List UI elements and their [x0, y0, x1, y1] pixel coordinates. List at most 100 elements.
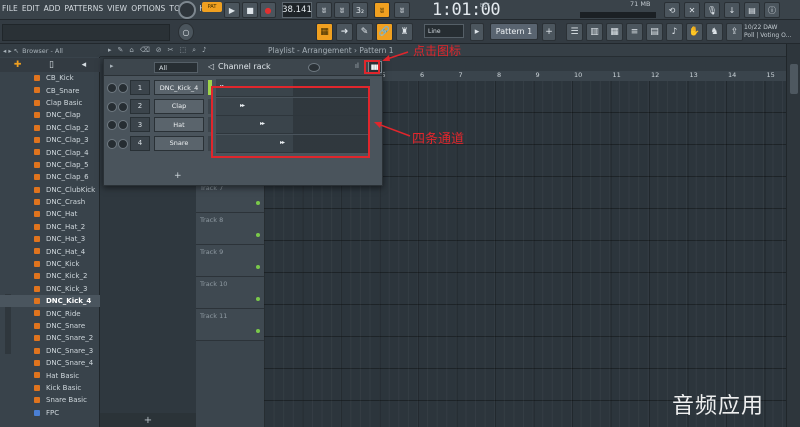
channel-pan-knob[interactable] [118, 83, 128, 93]
plugin-picker-icon[interactable]: ♪ [666, 23, 683, 41]
scroll-thumb[interactable] [790, 64, 798, 94]
menu-item-view[interactable]: VIEW [107, 4, 127, 13]
stop-button[interactable]: ■ [242, 2, 258, 18]
browser-item[interactable]: DNC_Kick_4 [0, 295, 100, 308]
channel-name-button[interactable]: DNC_Kick_4 [154, 80, 204, 95]
graph-editor-icon[interactable]: ıl [355, 62, 359, 70]
browser-item[interactable]: DNC_Snare_3 [0, 345, 100, 357]
browser-item[interactable]: Hat Basic [0, 369, 100, 381]
browser-item[interactable]: DNC_Snare_2 [0, 332, 100, 344]
add-channel-button[interactable]: + [174, 171, 182, 181]
browser-options-icon[interactable]: ◂ [82, 60, 87, 70]
playlist-zoom-icon[interactable]: ⌕ [192, 46, 196, 55]
undo-icon[interactable]: ⟲ [664, 2, 680, 18]
browser-icon[interactable]: ▤ [646, 23, 663, 41]
wait-icon[interactable]: ʬ [334, 2, 350, 18]
browser-item[interactable]: DNC_Clap_6 [0, 171, 100, 183]
browser-item[interactable]: CB_Kick [0, 72, 100, 84]
browser-item[interactable]: DNC_Snare [0, 320, 100, 332]
blend-notes-icon[interactable]: ʬ [394, 2, 410, 18]
mic-icon[interactable]: 🎙 [704, 2, 720, 18]
browser-item[interactable]: DNC_ClubKick [0, 184, 100, 196]
channel-name-button[interactable]: Snare [154, 135, 204, 151]
browser-item[interactable]: DNC_Hat_3 [0, 233, 100, 245]
track-header[interactable]: Track 9 [196, 245, 264, 277]
menu-item-add[interactable]: ADD [44, 4, 61, 13]
draw-icon[interactable]: ✎ [356, 23, 373, 41]
channel-mute-led[interactable] [107, 138, 117, 149]
browser-item[interactable]: FPC [0, 407, 100, 419]
track-mute-led[interactable] [256, 233, 260, 237]
news-panel[interactable]: 10/22 DAW Poll | Voting O... [744, 24, 791, 40]
arrow-icon[interactable]: ➜ [336, 23, 353, 41]
record-button[interactable]: ● [260, 2, 276, 18]
playlist-mute-icon[interactable]: ⊘ [156, 46, 162, 55]
vertical-scrollbar[interactable] [786, 44, 800, 427]
menu-item-edit[interactable]: EDIT [22, 4, 40, 13]
browser-item[interactable]: DNC_Snare_4 [0, 357, 100, 369]
track-mute-led[interactable] [256, 329, 260, 333]
countdown-icon[interactable]: 3₂ [352, 2, 368, 18]
export-icon[interactable]: ⇪ [726, 23, 743, 41]
typing-keyboard-icon[interactable]: ▦ [316, 23, 333, 41]
metronome-icon[interactable]: ʬ [316, 2, 332, 18]
track-mute-led[interactable] [256, 265, 260, 269]
info-icon[interactable]: ⓘ [764, 2, 780, 18]
playlist-paint-icon[interactable]: ⌂ [129, 46, 133, 55]
browser-item[interactable]: DNC_Kick [0, 258, 100, 270]
channel-name-button[interactable]: Clap [154, 98, 204, 114]
snap-select[interactable]: Line [424, 24, 464, 38]
channel-mixer-track[interactable]: 4 [130, 135, 150, 151]
track-mute-led[interactable] [256, 297, 260, 301]
playlist-delete-icon[interactable]: ⌫ [140, 46, 150, 55]
playlist-icon[interactable]: ☰ [566, 23, 583, 41]
playlist-menu-icon[interactable]: ▸ [108, 46, 112, 55]
channel-mute-led[interactable] [107, 120, 117, 130]
browser-item[interactable]: DNC_Clap_4 [0, 146, 100, 158]
browser-item[interactable]: DNC_Crash [0, 196, 100, 208]
mixer-icon[interactable]: ≡ [626, 23, 643, 41]
channel-rack-icon[interactable]: ▦ [606, 23, 623, 41]
playlist-play-icon[interactable]: ♪ [202, 46, 206, 55]
browser-file-icon[interactable]: ▯ [49, 60, 54, 70]
add-pattern-icon[interactable]: + [542, 23, 556, 41]
channel-name-button[interactable]: Hat [154, 117, 204, 132]
browser-item[interactable]: DNC_Clap_3 [0, 134, 100, 146]
browser-item[interactable]: Snare Basic [0, 394, 100, 406]
channel-mixer-track[interactable]: 2 [130, 98, 150, 114]
browser-nav-icon[interactable]: ◂ ▸ ↖ [3, 47, 19, 55]
browser-item[interactable]: DNC_Kick_3 [0, 283, 100, 295]
download-icon[interactable]: ↓ [724, 2, 740, 18]
channel-mute-led[interactable] [107, 101, 117, 112]
play-button[interactable]: ▶ [224, 2, 240, 18]
browser-item[interactable]: Clap Basic [0, 97, 100, 109]
browser-item[interactable]: DNC_Clap_2 [0, 122, 100, 134]
browser-item[interactable]: DNC_Hat [0, 208, 100, 220]
menu-item-patterns[interactable]: PATTERNS [65, 4, 104, 13]
browser-item[interactable]: DNC_Kick_2 [0, 270, 100, 282]
prev-pattern-icon[interactable]: ▸ [470, 23, 484, 41]
stamp-icon[interactable]: ♜ [396, 23, 413, 41]
piano-roll-icon[interactable]: ▥ [586, 23, 603, 41]
swing-knob[interactable] [308, 63, 320, 72]
touch-keyboard-icon[interactable]: ✋ [686, 23, 703, 41]
browser-item[interactable]: DNC_Hat_2 [0, 221, 100, 233]
channel-filter-select[interactable]: All [154, 62, 198, 73]
channel-pan-knob[interactable] [118, 120, 128, 130]
browser-item[interactable]: DNC_Hat_4 [0, 245, 100, 257]
channel-mixer-track[interactable]: 1 [130, 80, 150, 95]
browser-item[interactable]: DNC_Clap_5 [0, 159, 100, 171]
pat-song-toggle[interactable]: PAT [202, 2, 222, 12]
master-knob[interactable] [178, 1, 196, 19]
browser-item[interactable]: CB_Snare [0, 84, 100, 96]
menu-item-file[interactable]: FILE [2, 4, 18, 13]
track-header[interactable]: Track 8 [196, 213, 264, 245]
browser-item[interactable]: DNC_Ride [0, 307, 100, 319]
performance-icon[interactable]: ♞ [706, 23, 723, 41]
channel-pan-knob[interactable] [118, 101, 128, 112]
link-icon[interactable]: 🔗 [376, 23, 393, 41]
pitch-knob[interactable]: ○ [178, 23, 194, 41]
step-edit-icon[interactable]: ʬ [374, 2, 390, 18]
channel-pan-knob[interactable] [118, 138, 128, 149]
pattern-selector[interactable]: Pattern 1 [490, 23, 538, 40]
